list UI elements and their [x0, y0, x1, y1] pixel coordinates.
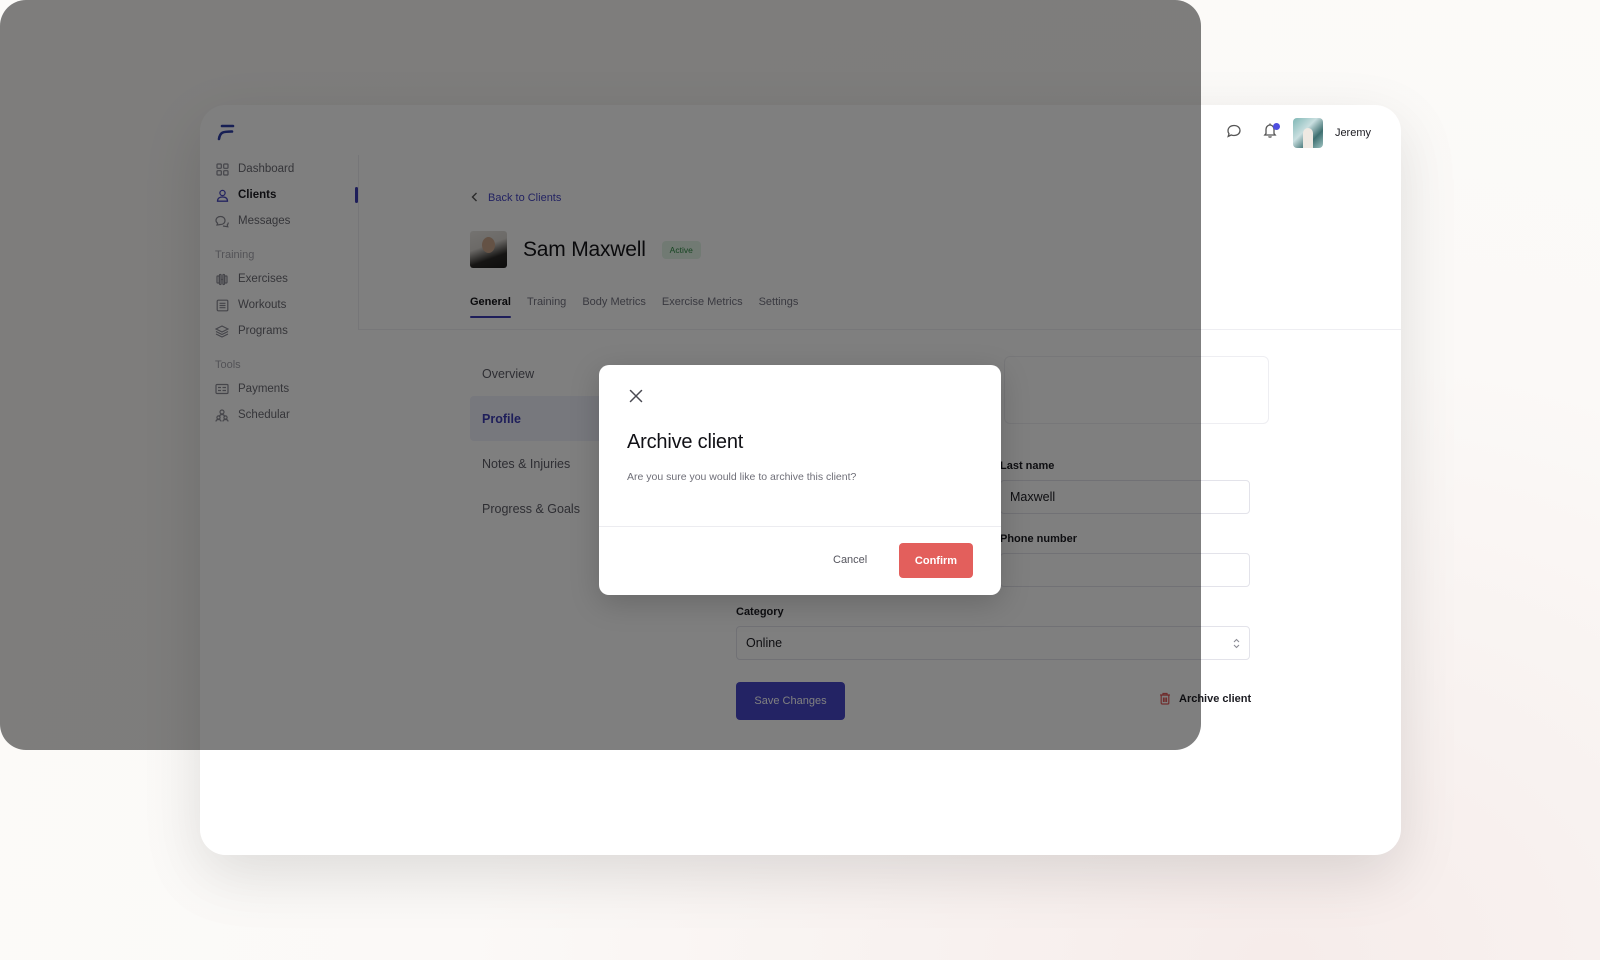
user-avatar[interactable]: [1292, 118, 1323, 148]
cancel-button[interactable]: Cancel: [833, 543, 867, 577]
notifications-button[interactable]: [1259, 122, 1281, 144]
archive-client-dialog: Archive client Are you sure you would li…: [599, 365, 1001, 595]
close-icon: [629, 389, 643, 408]
select-arrows-icon: [1233, 638, 1240, 649]
chat-icon: [1226, 123, 1242, 144]
notification-dot: [1272, 123, 1280, 130]
confirm-button[interactable]: Confirm: [899, 543, 973, 578]
dialog-divider: [599, 526, 1001, 527]
chat-button[interactable]: [1223, 122, 1245, 144]
dialog-title: Archive client: [627, 431, 744, 453]
user-name[interactable]: Jeremy: [1335, 127, 1371, 139]
close-button[interactable]: [627, 389, 645, 407]
dialog-message: Are you sure you would like to archive t…: [627, 471, 857, 483]
topbar: Jeremy: [1209, 118, 1371, 148]
